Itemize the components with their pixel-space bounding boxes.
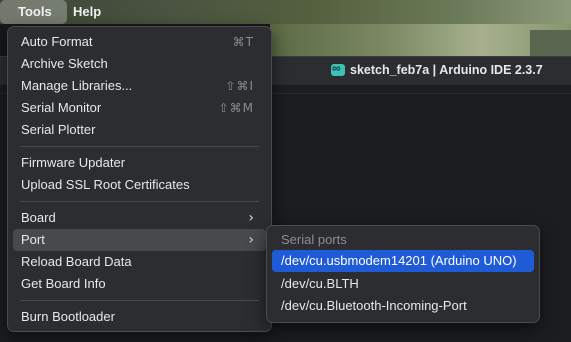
menu-item-label: Get Board Info — [21, 276, 106, 291]
menu-tools-label: Tools — [18, 4, 52, 19]
menu-item-label: Serial Plotter — [21, 122, 96, 137]
menu-item-burn-bootloader[interactable]: Burn Bootloader — [13, 306, 266, 328]
menu-item-label: Upload SSL Root Certificates — [21, 177, 190, 192]
menu-help[interactable]: Help — [73, 0, 101, 24]
submenu-section-header: Serial ports — [281, 232, 347, 247]
port-item-usbmodem[interactable]: /dev/cu.usbmodem14201 (Arduino UNO) — [272, 250, 534, 272]
chevron-right-icon: › — [248, 210, 254, 226]
menu-item-serial-monitor[interactable]: Serial Monitor ⇧⌘M — [13, 97, 266, 119]
shortcut-text: ⇧⌘I — [225, 79, 254, 93]
port-item-blth[interactable]: /dev/cu.BLTH — [272, 273, 534, 295]
port-item-bluetooth-incoming[interactable]: /dev/cu.Bluetooth-Incoming-Port — [272, 295, 534, 317]
chevron-right-icon: › — [248, 232, 254, 248]
menu-item-label: Reload Board Data — [21, 254, 132, 269]
desktop-wallpaper — [270, 24, 571, 56]
menu-item-label: Serial Monitor — [21, 100, 102, 115]
port-item-label: /dev/cu.BLTH — [281, 276, 359, 291]
arduino-infinity-icon — [331, 61, 345, 76]
menu-item-upload-ssl-root-certificates[interactable]: Upload SSL Root Certificates — [13, 174, 266, 196]
menu-separator — [20, 146, 259, 147]
menu-item-firmware-updater[interactable]: Firmware Updater — [13, 152, 266, 174]
menu-item-label: Port — [21, 232, 45, 247]
menu-tools[interactable]: Tools — [0, 0, 67, 24]
menu-item-label: Archive Sketch — [21, 56, 108, 71]
shortcut-text: ⌘T — [232, 35, 254, 49]
port-submenu: Serial ports /dev/cu.usbmodem14201 (Ardu… — [266, 225, 540, 323]
menu-separator — [20, 201, 259, 202]
menu-item-manage-libraries[interactable]: Manage Libraries... ⇧⌘I — [13, 75, 266, 97]
menu-item-reload-board-data[interactable]: Reload Board Data — [13, 251, 266, 273]
menu-item-label: Board — [21, 210, 56, 225]
menu-item-label: Auto Format — [21, 34, 93, 49]
window-title: sketch_feb7a | Arduino IDE 2.3.7 — [350, 63, 543, 77]
menu-item-archive-sketch[interactable]: Archive Sketch — [13, 53, 266, 75]
menu-separator — [20, 300, 259, 301]
menu-item-label: Manage Libraries... — [21, 78, 133, 93]
shortcut-text: ⇧⌘M — [218, 101, 254, 115]
tools-menu: Auto Format ⌘T Archive Sketch Manage Lib… — [7, 26, 272, 332]
port-item-label: /dev/cu.usbmodem14201 (Arduino UNO) — [281, 253, 517, 268]
menu-item-get-board-info[interactable]: Get Board Info — [13, 273, 266, 295]
menu-item-label: Burn Bootloader — [21, 309, 115, 324]
menu-item-port[interactable]: Port › — [13, 229, 266, 251]
menu-item-label: Firmware Updater — [21, 155, 126, 170]
port-item-label: /dev/cu.Bluetooth-Incoming-Port — [281, 298, 467, 313]
menu-item-serial-plotter[interactable]: Serial Plotter — [13, 119, 266, 141]
menu-item-board[interactable]: Board › — [13, 207, 266, 229]
menu-bar: Tools Help — [0, 0, 571, 24]
menu-item-auto-format[interactable]: Auto Format ⌘T — [13, 31, 266, 53]
